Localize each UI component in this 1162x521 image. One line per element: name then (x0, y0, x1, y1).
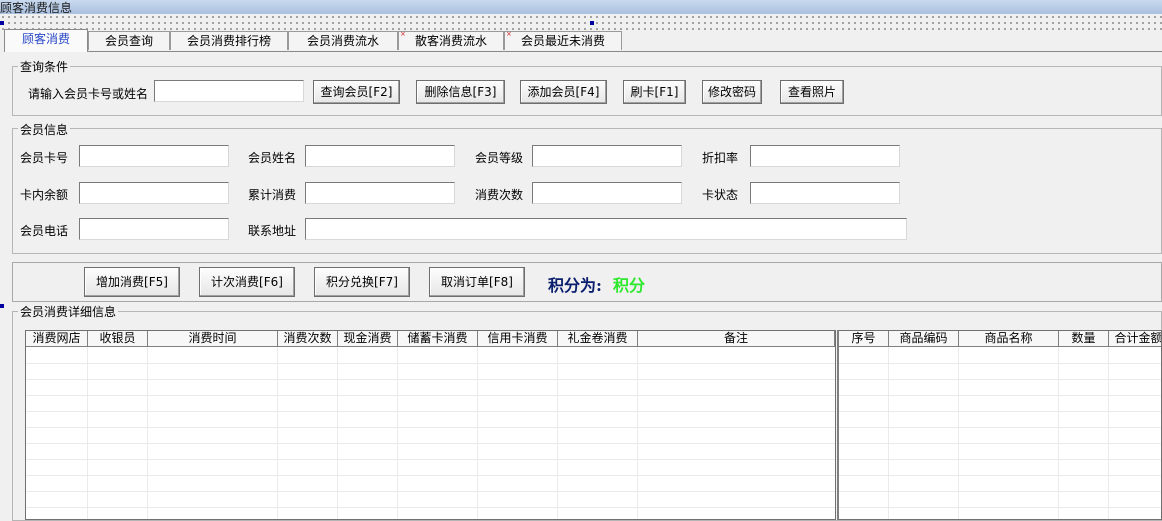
phone-label: 会员电话 (20, 224, 69, 238)
discount-label: 折扣率 (702, 151, 739, 165)
card-no-field[interactable] (79, 145, 229, 167)
points-label: 积分为: (548, 276, 602, 295)
goods-detail-grid[interactable]: 序号 商品编码 商品名称 数量 合计金额 (837, 330, 1162, 520)
add-consume-button[interactable]: 增加消费[F5] (84, 267, 180, 297)
address-field[interactable] (305, 218, 907, 240)
query-input-label: 请输入会员卡号或姓名 (28, 87, 149, 101)
change-password-button[interactable]: 修改密码 (702, 80, 762, 104)
col-header[interactable]: 储蓄卡消费 (398, 331, 478, 347)
member-search-input[interactable] (154, 80, 304, 102)
selection-handle[interactable] (0, 304, 4, 308)
col-header[interactable]: 现金消费 (338, 331, 398, 347)
address-label: 联系地址 (248, 224, 297, 238)
level-field[interactable] (532, 145, 682, 167)
count-field[interactable] (532, 182, 682, 204)
col-header[interactable]: 礼金卷消费 (558, 331, 638, 347)
discount-field[interactable] (750, 145, 900, 167)
col-header[interactable]: 消费时间 (148, 331, 278, 347)
col-header[interactable]: 数量 (1059, 331, 1109, 347)
col-header[interactable]: 序号 (839, 331, 889, 347)
count-label: 消费次数 (475, 188, 524, 202)
tab-label: 会员消费流水 (306, 34, 379, 48)
tab-recent-inactive[interactable]: × 会员最近未消费 (504, 31, 622, 50)
selection-handle[interactable] (590, 21, 594, 25)
swipe-card-button[interactable]: 刷卡[F1] (623, 80, 686, 104)
total-label: 累计消费 (248, 188, 297, 202)
points-value: 积分 (613, 276, 646, 295)
tab-panel-border (4, 51, 1162, 52)
tab-label: 会员消费排行榜 (186, 34, 271, 48)
query-member-button[interactable]: 查询会员[F2] (313, 80, 400, 104)
tab-label: 会员最近未消费 (520, 34, 605, 48)
level-label: 会员等级 (475, 151, 524, 165)
col-header[interactable]: 收银员 (88, 331, 148, 347)
status-field[interactable] (750, 182, 900, 204)
points-exchange-button[interactable]: 积分兑换[F7] (314, 267, 410, 297)
add-member-button[interactable]: 添加会员[F4] (520, 80, 607, 104)
consume-detail-grid[interactable]: 消费网店 收银员 消费时间 消费次数 现金消费 储蓄卡消费 信用卡消费 礼金卷消… (25, 330, 836, 520)
col-header[interactable]: 消费网店 (26, 331, 88, 347)
member-info-title: 会员信息 (18, 121, 71, 138)
tab-member-flow[interactable]: 会员消费流水 (288, 31, 398, 50)
name-field[interactable] (305, 145, 455, 167)
tab-member-ranking[interactable]: 会员消费排行榜 (170, 31, 288, 50)
view-photo-button[interactable]: 查看照片 (780, 80, 844, 104)
tab-marker-icon: × (506, 30, 512, 38)
phone-field[interactable] (79, 218, 229, 240)
count-consume-button[interactable]: 计次消费[F6] (199, 267, 295, 297)
tab-label: 散客消费流水 (414, 34, 487, 48)
col-header[interactable]: 备注 (638, 331, 835, 347)
balance-label: 卡内余额 (20, 188, 69, 202)
tab-label: 会员查询 (104, 34, 153, 48)
col-header[interactable]: 信用卡消费 (478, 331, 558, 347)
tab-label: 顾客消费 (21, 32, 70, 46)
tab-customer-consume[interactable]: 顾客消费 (4, 29, 88, 52)
total-field[interactable] (305, 182, 455, 204)
col-header[interactable]: 商品名称 (959, 331, 1059, 347)
tab-marker-icon: × (400, 30, 406, 38)
card-no-label: 会员卡号 (20, 151, 69, 165)
status-label: 卡状态 (702, 188, 739, 202)
delete-info-button[interactable]: 删除信息[F3] (416, 80, 505, 104)
tab-member-query[interactable]: 会员查询 (88, 31, 170, 50)
name-label: 会员姓名 (248, 151, 297, 165)
tab-guest-flow[interactable]: × 散客消费流水 (398, 31, 504, 50)
details-group-title: 会员消费详细信息 (18, 303, 119, 320)
col-header[interactable]: 合计金额 (1109, 331, 1161, 347)
col-header[interactable]: 消费次数 (278, 331, 338, 347)
window-title-bar: 顾客消费信息 (0, 0, 1162, 15)
cancel-order-button[interactable]: 取消订单[F8] (429, 267, 525, 297)
selection-handle[interactable] (0, 21, 4, 25)
designer-grid (0, 14, 1162, 32)
balance-field[interactable] (79, 182, 229, 204)
col-header[interactable]: 商品编码 (889, 331, 959, 347)
query-group-title: 查询条件 (18, 58, 71, 75)
